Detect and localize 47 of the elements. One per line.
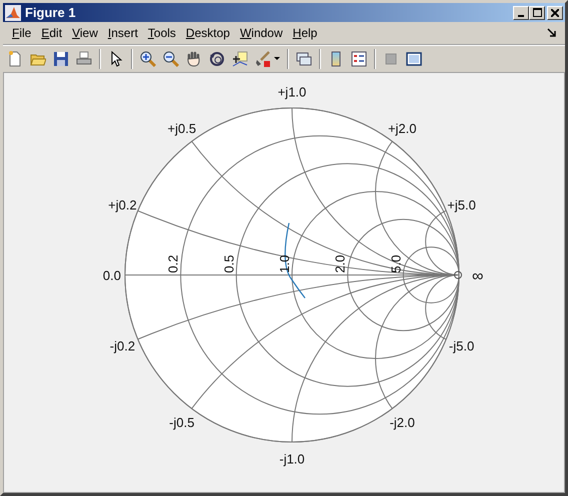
peak-icon xyxy=(5,4,21,20)
window-title: Figure 1 xyxy=(25,5,77,20)
close-button[interactable] xyxy=(547,6,563,20)
minimize-button[interactable] xyxy=(513,6,529,20)
dock-arrow-icon[interactable] xyxy=(547,28,557,38)
window-icon[interactable] xyxy=(406,51,422,67)
caret-icon[interactable] xyxy=(274,57,280,61)
menu-item[interactable]: Insert xyxy=(102,26,143,40)
close-icon xyxy=(551,8,559,16)
menu-item[interactable]: Help xyxy=(288,26,322,40)
axis-label: -j5.0 xyxy=(448,338,474,354)
new-file-icon[interactable] xyxy=(7,51,23,67)
axis-label: -j1.0 xyxy=(279,452,305,467)
axis-label: -j0.2 xyxy=(110,338,136,354)
hand-icon[interactable] xyxy=(186,51,202,67)
axis-label: 5.0 xyxy=(388,254,404,273)
minimize-icon xyxy=(518,14,524,16)
axis-label: +j1.0 xyxy=(278,84,306,100)
menu-item[interactable]: File xyxy=(7,26,36,40)
axis-label: 2.0 xyxy=(332,254,348,273)
menu-item[interactable]: Window xyxy=(234,26,288,40)
axis-label: +j0.2 xyxy=(108,197,137,212)
maximize-button[interactable] xyxy=(529,6,545,20)
axis-label: -j0.5 xyxy=(169,414,194,430)
menu-item[interactable]: View xyxy=(67,26,103,40)
axis-label: ∞ xyxy=(472,268,484,285)
brush-icon[interactable] xyxy=(255,51,271,67)
axis-label: +j0.5 xyxy=(168,121,196,136)
axis-label: 0.0 xyxy=(102,268,121,283)
axis-label: +j2.0 xyxy=(388,121,416,136)
maximize-icon xyxy=(532,8,542,17)
axis-label: 0.2 xyxy=(166,254,181,273)
marker-icon xyxy=(454,271,462,279)
axis-label: 1.0 xyxy=(277,254,292,273)
linked-windows-icon[interactable] xyxy=(296,51,312,67)
zoom-in-icon[interactable] xyxy=(140,51,156,67)
zoom-out-icon[interactable] xyxy=(163,51,179,67)
axis-label: +j5.0 xyxy=(447,197,476,212)
menu-item[interactable]: Desktop xyxy=(180,26,235,40)
rotate-icon[interactable] xyxy=(209,51,225,67)
axis-label: -j2.0 xyxy=(390,414,415,430)
axis-label: 0.5 xyxy=(221,254,236,273)
menu-item[interactable]: Edit xyxy=(36,26,68,40)
legend-icon[interactable] xyxy=(351,51,367,67)
data-cursor-icon[interactable] xyxy=(232,51,248,67)
printer-icon[interactable] xyxy=(76,51,92,67)
menu-item[interactable]: Tools xyxy=(142,26,181,40)
